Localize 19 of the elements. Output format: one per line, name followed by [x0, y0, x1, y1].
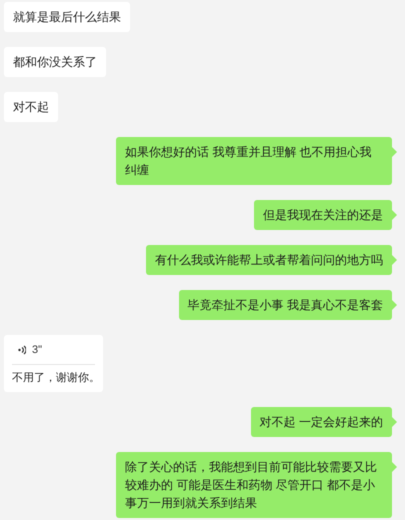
bubble-tail [392, 300, 397, 310]
message-bubble: 有什么我或许能帮上或者帮着问问的地方吗 [146, 245, 392, 275]
bubble-tail [392, 210, 397, 220]
message-bubble: 毕竟牵扯不是小事 我是真心不是客套 [178, 290, 392, 320]
message-bubble: 但是我现在关注的还是 [254, 200, 392, 230]
voice-transcript: 不用了，谢谢你。 [12, 370, 95, 386]
message-bubble: 就算是最后什么结果 [4, 2, 130, 32]
bubble-tail [392, 255, 397, 265]
message-bubble: 都和你没关系了 [4, 47, 106, 77]
bubble-tail [392, 147, 397, 157]
voice-duration: 3" [32, 343, 42, 358]
message-bubble: 对不起 [4, 92, 58, 122]
message-bubble: 如果你想好的话 我尊重并且理解 也不用担心我纠缠 [116, 137, 392, 185]
bubble-tail [392, 417, 397, 427]
voice-message[interactable]: 3" 不用了，谢谢你。 [4, 335, 103, 392]
message-bubble: 除了关心的话，我能想到目前可能比较需要又比较难办的 可能是医生和药物 尽管开口 都不是小事万一用到就关系到结果 [116, 452, 392, 518]
message-bubble: 对不起 一定会好起来的 [250, 407, 392, 437]
bubble-tail [392, 462, 397, 472]
voice-icon [18, 345, 26, 356]
